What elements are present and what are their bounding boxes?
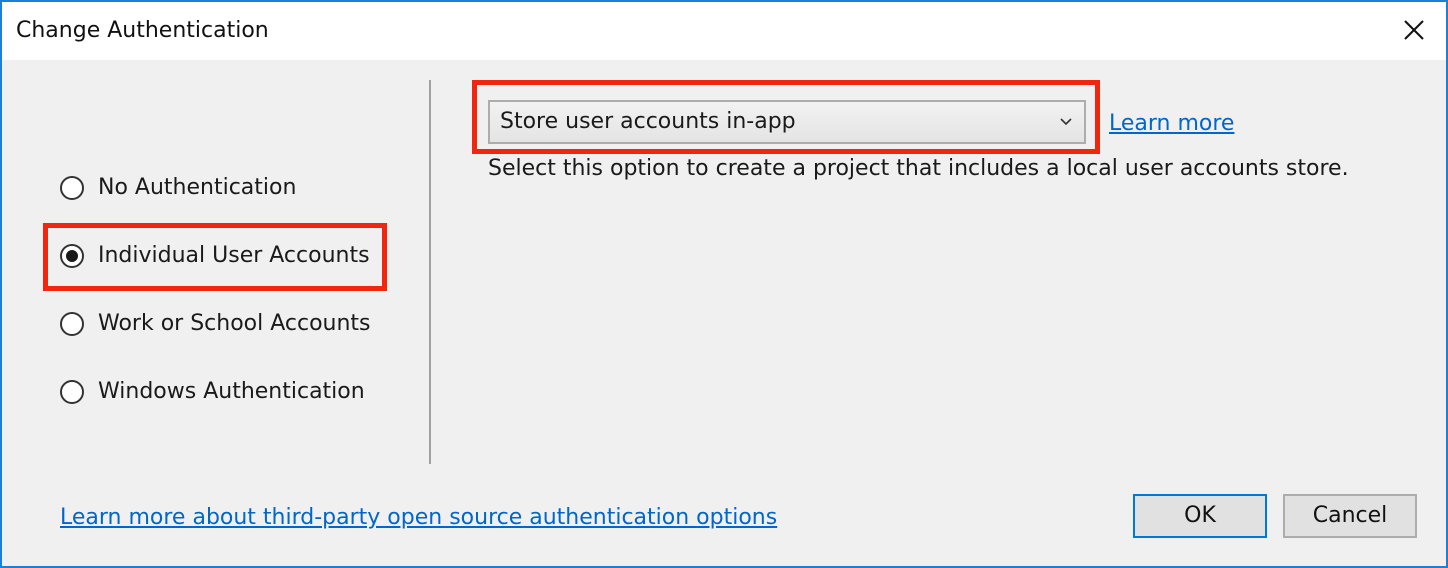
radio-individual-user-accounts[interactable]: Individual User Accounts bbox=[60, 236, 380, 276]
account-store-dropdown[interactable]: Store user accounts in-app bbox=[488, 100, 1086, 144]
radio-selected-dot bbox=[66, 250, 78, 262]
close-icon bbox=[1404, 20, 1424, 40]
radio-label: Windows Authentication bbox=[98, 379, 365, 404]
radio-button[interactable] bbox=[60, 380, 84, 404]
radio-work-or-school-accounts[interactable]: Work or School Accounts bbox=[60, 304, 380, 344]
radio-windows-authentication[interactable]: Windows Authentication bbox=[60, 372, 380, 412]
cancel-button[interactable]: Cancel bbox=[1283, 494, 1417, 538]
dropdown-selected-value: Store user accounts in-app bbox=[500, 109, 796, 134]
chevron-down-icon bbox=[1058, 114, 1074, 130]
radio-label: Individual User Accounts bbox=[98, 243, 370, 268]
close-button[interactable] bbox=[1398, 14, 1430, 46]
vertical-divider bbox=[429, 80, 431, 464]
ok-button[interactable]: OK bbox=[1133, 494, 1267, 538]
third-party-auth-link[interactable]: Learn more about third-party open source… bbox=[60, 503, 777, 533]
change-authentication-dialog: Change Authentication No Authentication … bbox=[0, 0, 1448, 568]
radio-label: No Authentication bbox=[98, 175, 297, 200]
radio-button[interactable] bbox=[60, 176, 84, 200]
title-bar: Change Authentication bbox=[2, 2, 1446, 60]
radio-no-authentication[interactable]: No Authentication bbox=[60, 168, 380, 208]
window-title: Change Authentication bbox=[16, 18, 269, 43]
learn-more-link[interactable]: Learn more bbox=[1109, 109, 1234, 139]
radio-button[interactable] bbox=[60, 312, 84, 336]
radio-label: Work or School Accounts bbox=[98, 311, 371, 336]
option-description: Select this option to create a project t… bbox=[488, 156, 1349, 181]
radio-button[interactable] bbox=[60, 244, 84, 268]
